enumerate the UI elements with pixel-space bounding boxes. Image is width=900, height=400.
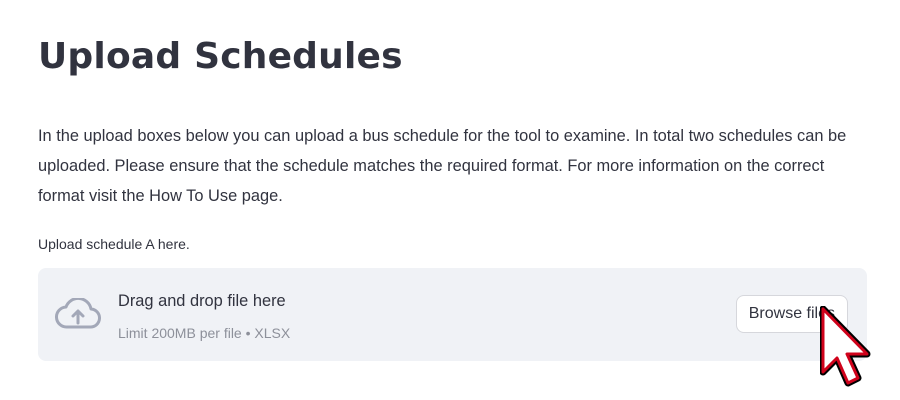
page-title: Upload Schedules — [38, 36, 403, 77]
browse-files-button[interactable]: Browse files — [735, 295, 848, 333]
file-dropzone-a[interactable]: Drag and drop file here Limit 200MB per … — [38, 268, 867, 361]
dropzone-title: Drag and drop file here — [118, 292, 286, 310]
intro-paragraph: In the upload boxes below you can upload… — [38, 127, 847, 205]
upload-schedule-a-label: Upload schedule A here. — [38, 236, 190, 252]
dropzone-limit-text: Limit 200MB per file • XLSX — [118, 325, 291, 341]
cloud-upload-icon — [55, 298, 101, 329]
